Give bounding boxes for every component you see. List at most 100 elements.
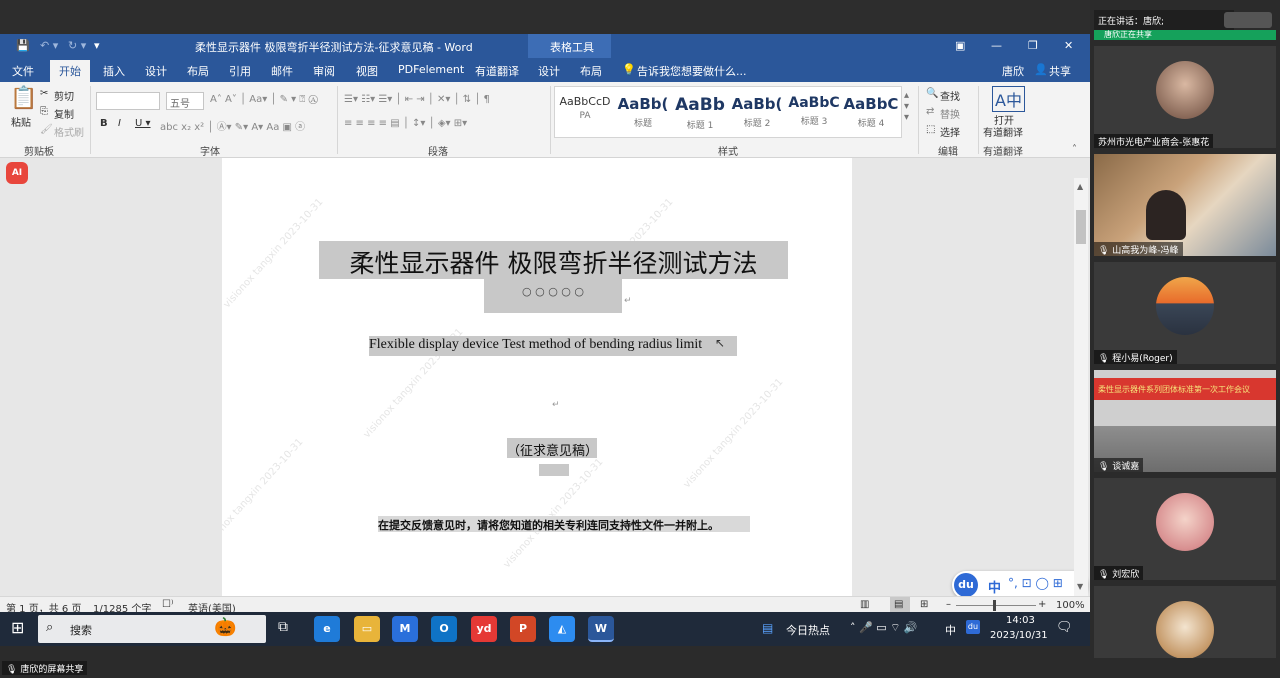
outlook-icon[interactable]: O <box>431 616 457 642</box>
ime-tool-icons[interactable]: °, ⊡ ◯ ⊞ <box>1008 576 1063 590</box>
participant-tile[interactable]: 🎙 刘宏欣 <box>1094 478 1276 580</box>
tab-references[interactable]: 引用 <box>229 63 251 79</box>
taskbar-search-label[interactable]: 搜索 <box>70 622 92 638</box>
paste-icon[interactable]: 📋 <box>10 86 37 111</box>
style-pa[interactable]: AaBbCcD PA <box>557 95 613 135</box>
word-icon[interactable]: W <box>588 616 614 642</box>
font-format-buttons[interactable]: abc x₂ x² │ Ⓐ▾ ✎▾ A▾ Aa ▣ ⓐ <box>160 118 305 133</box>
close-button[interactable]: ✕ <box>1064 39 1073 52</box>
file-explorer-icon[interactable]: ▭ <box>354 616 380 642</box>
tell-me-input[interactable]: 告诉我您想要做什么... <box>637 63 747 79</box>
style-title[interactable]: AaBb(标题 <box>615 95 671 135</box>
select-icon[interactable]: ⬚ <box>926 124 935 135</box>
redo-icon[interactable]: ↻ ▾ <box>68 39 86 52</box>
style-heading-2[interactable]: AaBb(标题 2 <box>729 95 785 135</box>
tab-insert[interactable]: 插入 <box>103 63 125 79</box>
copy-button[interactable]: 复制 <box>54 106 74 121</box>
replace-button[interactable]: 替换 <box>940 106 960 121</box>
find-button[interactable]: 查找 <box>940 88 960 103</box>
zoom-in-button[interactable]: + <box>1038 599 1046 610</box>
tab-youdao[interactable]: 有道翻译 <box>475 63 519 79</box>
ai-assistant-icon[interactable]: AI <box>6 162 28 184</box>
news-label[interactable]: 今日热点 <box>786 622 830 638</box>
zoom-out-button[interactable]: – <box>946 599 951 610</box>
draft-label[interactable]: （征求意见稿） <box>507 438 598 459</box>
proofing-icon[interactable]: ☐⁾ <box>162 599 173 610</box>
ime-logo-icon[interactable]: du <box>954 573 978 597</box>
minimize-button[interactable]: — <box>991 39 1002 52</box>
undo-icon[interactable]: ↶ ▾ <box>40 39 58 52</box>
tab-design[interactable]: 设计 <box>145 63 167 79</box>
tab-table-layout[interactable]: 布局 <box>580 63 602 79</box>
scroll-down-icon[interactable]: ▼ <box>1077 582 1083 591</box>
tab-pdfelement[interactable]: PDFelement <box>398 63 464 76</box>
cut-button[interactable]: 剪切 <box>54 88 74 103</box>
clock-date[interactable]: 2023/10/31 <box>990 630 1048 641</box>
tab-view[interactable]: 视图 <box>356 63 378 79</box>
tray-icons[interactable]: ˄ 🎤 ▭ ⌔ 🔊 <box>850 621 918 635</box>
scroll-thumb[interactable] <box>1076 210 1086 244</box>
participant-tile[interactable]: 苏州市光电产业商会-张惠花 <box>1094 46 1276 148</box>
windows-start-icon[interactable]: ⊞ <box>11 618 24 637</box>
title-placeholder-dots[interactable]: ○ ○ ○ ○ ○ <box>484 279 622 313</box>
quick-access-menu-icon[interactable]: ▾ <box>94 39 100 52</box>
app-m-icon[interactable]: M <box>392 616 418 642</box>
participant-video[interactable]: 🎙 山高我为峰-冯峰 <box>1094 154 1276 256</box>
tab-table-design[interactable]: 设计 <box>538 63 560 79</box>
scroll-up-icon[interactable]: ▲ <box>1077 182 1083 191</box>
style-heading-3[interactable]: AaBbC 标题 3 <box>786 95 842 135</box>
youdao-icon[interactable]: yd <box>471 616 497 642</box>
styles-gallery[interactable]: AaBbCcD PA AaBb(标题 AaBb 标题 1 AaBb(标题 2 AaB… <box>554 86 902 138</box>
tab-mailings[interactable]: 邮件 <box>271 63 293 79</box>
document-title-en[interactable]: Flexible display device Test method of b… <box>369 336 737 356</box>
zoom-slider-thumb[interactable] <box>993 600 996 611</box>
tab-review[interactable]: 审阅 <box>313 63 335 79</box>
vertical-scrollbar[interactable]: ▲ ▼ <box>1074 178 1088 596</box>
replace-icon[interactable]: ⇄ <box>926 106 934 117</box>
style-heading-1[interactable]: AaBb 标题 1 <box>672 95 728 135</box>
format-painter-button[interactable]: 格式刷 <box>54 124 84 139</box>
bold-button[interactable]: B <box>100 118 108 129</box>
task-view-icon[interactable]: ⧉ <box>278 619 288 635</box>
participant-tile[interactable] <box>1094 586 1276 658</box>
save-icon[interactable]: 💾 <box>16 39 30 52</box>
font-size-buttons[interactable]: A˄ A˅ │ Aa▾ │ ✎ ▾ ⍰ Ⓐ <box>210 94 318 105</box>
italic-button[interactable]: I <box>118 118 121 129</box>
notification-icon[interactable]: 🗨 <box>1056 620 1073 635</box>
format-painter-icon[interactable]: 🖌 <box>40 124 53 135</box>
draft-date-placeholder[interactable] <box>539 464 569 476</box>
participant-tile[interactable]: 🎙 程小易(Roger) <box>1094 262 1276 364</box>
translate-name-label[interactable]: 有道翻译 <box>983 124 1023 139</box>
tencent-meeting-icon[interactable]: ◭ <box>549 616 575 642</box>
alignment-buttons[interactable]: ≡ ≡ ≡ ≡ ▤ │ ↕▾ │ ◈▾ ⊞▾ <box>344 118 467 129</box>
web-layout-icon[interactable]: ⊞ <box>920 599 928 610</box>
underline-button[interactable]: U ▾ <box>135 118 151 129</box>
zoom-slider[interactable] <box>956 605 1036 606</box>
tab-layout[interactable]: 布局 <box>187 63 209 79</box>
search-icon[interactable]: 🔍 <box>926 88 938 99</box>
read-mode-icon[interactable]: ▥ <box>860 599 869 610</box>
maximize-button[interactable]: ❐ <box>1028 39 1038 52</box>
copy-icon[interactable]: ⎘ <box>40 106 48 117</box>
participant-video[interactable]: 柔性显示器件系列团体标准第一次工作会议 🎙 谈诚嘉 <box>1094 370 1276 472</box>
tab-file[interactable]: 文件 <box>12 63 34 79</box>
news-icon[interactable]: ▤ <box>762 621 773 635</box>
user-name[interactable]: 唐欣 <box>1002 63 1024 79</box>
document-page[interactable]: visionox tangxin 2023-10-31 visionox tan… <box>222 158 852 598</box>
cut-icon[interactable]: ✂ <box>40 88 48 99</box>
edge-icon[interactable]: e <box>314 616 340 642</box>
document-title-cn[interactable]: 柔性显示器件 极限弯折半径测试方法 <box>319 241 788 279</box>
select-button[interactable]: 选择 <box>940 124 960 139</box>
patent-notice[interactable]: 在提交反馈意见时，请将您知道的相关专利连同支持性文件一并附上。 <box>378 516 750 532</box>
translate-icon[interactable]: A中 <box>992 86 1025 112</box>
taskbar-search-box[interactable]: ⌕ 搜索 🎃 <box>38 615 266 643</box>
style-heading-4[interactable]: AaBbC 标题 4 <box>843 95 899 135</box>
font-size-box[interactable]: 五号 <box>166 92 204 110</box>
tab-home[interactable]: 开始 <box>50 60 90 82</box>
tray-ime-lang[interactable]: 中 <box>945 622 956 638</box>
gallery-scroll-icon[interactable]: ▴ ▾ ▾ <box>904 90 909 123</box>
collapse-ribbon-icon[interactable]: ˄ <box>1072 144 1077 155</box>
share-button[interactable]: 共享 <box>1049 63 1071 79</box>
ime-lang-toggle[interactable]: 中 <box>988 577 1001 596</box>
powerpoint-icon[interactable]: P <box>510 616 536 642</box>
